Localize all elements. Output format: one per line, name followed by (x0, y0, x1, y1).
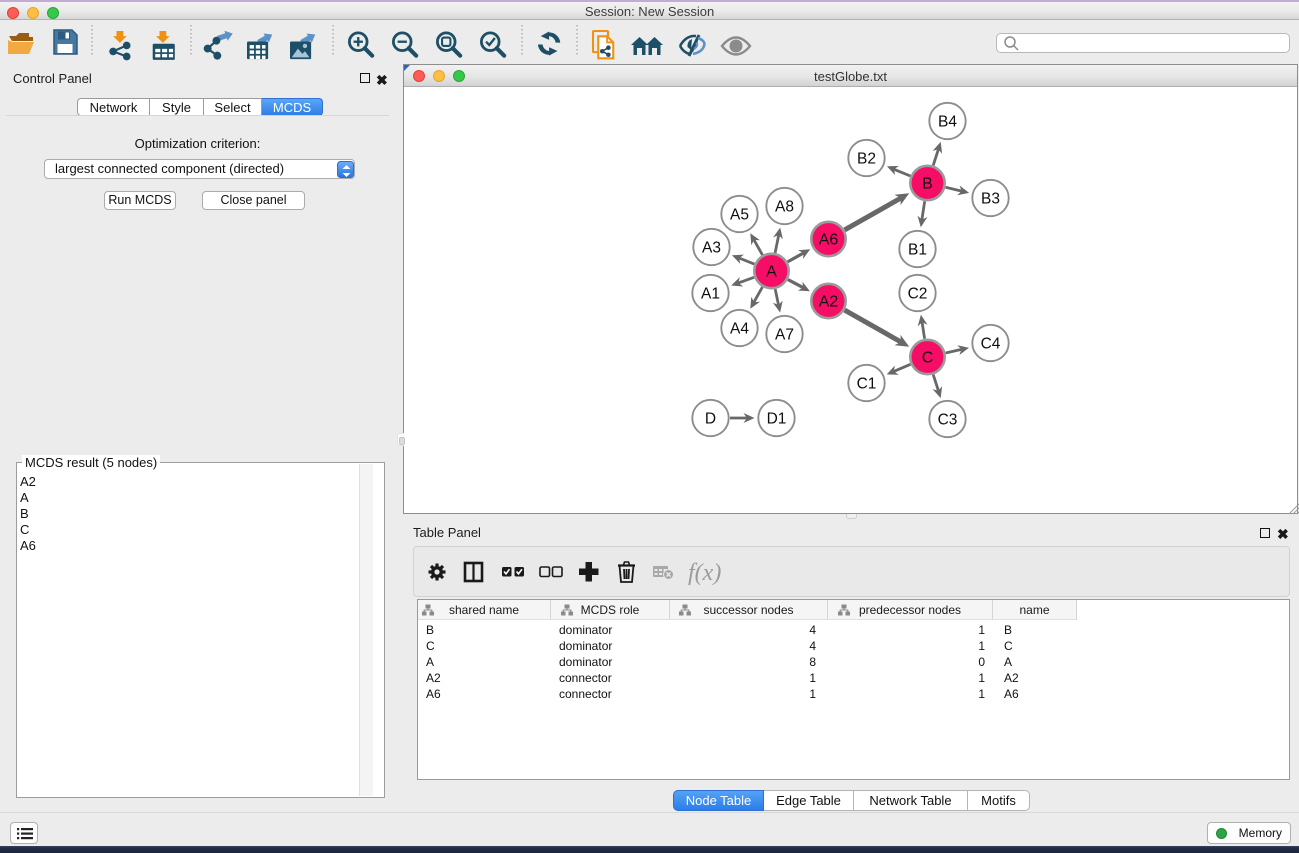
svg-text:A4: A4 (730, 320, 749, 337)
svg-text:B3: B3 (981, 190, 1000, 207)
svg-text:B4: B4 (938, 113, 957, 130)
svg-text:A6: A6 (819, 232, 839, 249)
svg-text:C1: C1 (857, 375, 877, 392)
svg-text:C4: C4 (981, 335, 1001, 352)
svg-text:f(x): f(x) (688, 560, 721, 586)
svg-text:C3: C3 (938, 411, 958, 428)
svg-text:A5: A5 (730, 206, 749, 223)
svg-text:A2: A2 (819, 294, 839, 311)
svg-text:C: C (922, 350, 934, 367)
svg-text:C2: C2 (908, 285, 928, 302)
svg-text:A7: A7 (775, 326, 794, 343)
svg-text:A3: A3 (702, 239, 721, 256)
svg-text:A1: A1 (701, 285, 720, 302)
svg-text:D: D (705, 410, 716, 427)
svg-text:A: A (766, 264, 777, 281)
svg-text:B2: B2 (857, 150, 876, 167)
svg-text:B: B (922, 176, 933, 193)
svg-text:B1: B1 (908, 241, 927, 258)
svg-text:A8: A8 (775, 198, 794, 215)
svg-text:D1: D1 (767, 410, 787, 427)
